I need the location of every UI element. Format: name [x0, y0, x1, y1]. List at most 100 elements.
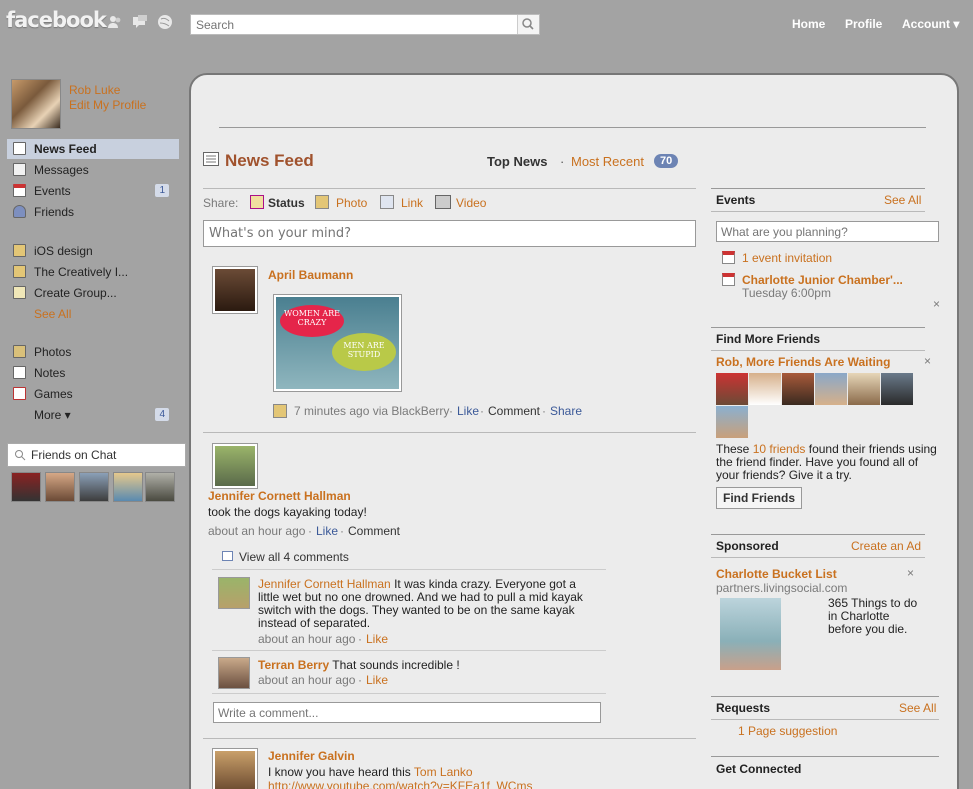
tab-top-news[interactable]: Top News: [487, 154, 547, 169]
search-input[interactable]: [191, 15, 511, 34]
facebook-logo[interactable]: facebook: [6, 8, 107, 32]
post-text: took the dogs kayaking today!: [208, 505, 367, 519]
comment-author[interactable]: Jennifer Cornett Hallman: [258, 577, 391, 591]
tab-most-recent[interactable]: Most Recent: [571, 154, 644, 169]
groups-see-all-link[interactable]: See All: [34, 307, 71, 321]
avatar[interactable]: [218, 657, 250, 689]
post-author[interactable]: April Baumann: [268, 268, 353, 282]
avatar[interactable]: [218, 577, 250, 609]
sidebar-item-news-feed[interactable]: News Feed: [7, 139, 179, 159]
share-link[interactable]: Share: [550, 404, 582, 418]
event-create-input[interactable]: [716, 221, 939, 242]
comment-like-link[interactable]: Like: [366, 673, 388, 687]
divider: [711, 696, 939, 697]
close-icon[interactable]: ×: [907, 566, 914, 580]
mention-link[interactable]: Tom Lanko: [414, 765, 473, 779]
comment-text: That sounds incredible !: [332, 658, 460, 672]
avatar[interactable]: [212, 748, 258, 789]
chat-label: Friends on Chat: [31, 448, 117, 462]
divider: [711, 719, 939, 720]
sidebar-app-notes[interactable]: Notes: [7, 363, 179, 383]
like-link[interactable]: Like: [457, 404, 479, 418]
view-all-comments-link[interactable]: View all 4 comments: [239, 550, 349, 564]
friend-suggestion-avatar[interactable]: [881, 373, 913, 405]
friend-suggestion-avatar[interactable]: [815, 373, 847, 405]
photo-icon: [273, 404, 287, 418]
post-author[interactable]: Jennifer Cornett Hallman: [208, 489, 351, 503]
sidebar-item-label: Notes: [34, 366, 66, 380]
sidebar-more[interactable]: More ▾ 4: [7, 405, 179, 425]
comment-like-link[interactable]: Like: [366, 632, 388, 646]
news-feed-icon: [203, 152, 219, 166]
sidebar-item-label: Messages: [34, 163, 89, 177]
comment-meta: about an hour ago: [258, 673, 356, 687]
friends-count-link[interactable]: 10 friends: [753, 442, 806, 456]
sidebar-item-messages[interactable]: Messages: [7, 160, 179, 180]
divider: [711, 211, 925, 212]
share-link-tab[interactable]: Link: [401, 196, 423, 210]
ad-image[interactable]: [720, 598, 781, 670]
event-invitation-link[interactable]: 1 event invitation: [742, 251, 832, 265]
messages-icon[interactable]: [131, 13, 149, 31]
friend-suggestion-avatar[interactable]: [782, 373, 814, 405]
post-photo[interactable]: WOMEN ARE CRAZY MEN ARE STUPID: [273, 294, 402, 392]
requests-see-all-link[interactable]: See All: [899, 701, 936, 715]
search-button[interactable]: [517, 15, 539, 34]
friend-suggestion-avatar[interactable]: [716, 373, 748, 405]
chat-search-box[interactable]: Friends on Chat: [7, 443, 186, 467]
sidebar-create-group[interactable]: Create Group...: [7, 283, 179, 303]
notifications-icon[interactable]: [156, 13, 174, 31]
share-video-tab[interactable]: Video: [456, 196, 486, 210]
nav-profile-link[interactable]: Profile: [845, 17, 882, 31]
divider: [212, 693, 606, 694]
avatar[interactable]: [212, 266, 258, 314]
page-suggestion-link[interactable]: 1 Page suggestion: [738, 724, 837, 738]
close-icon[interactable]: ×: [933, 297, 940, 311]
friend-suggestion-avatar[interactable]: [848, 373, 880, 405]
photos-icon: [13, 345, 26, 358]
friend-requests-icon[interactable]: [106, 13, 124, 31]
find-friends-button[interactable]: Find Friends: [716, 487, 802, 509]
share-photo-tab[interactable]: Photo: [336, 196, 367, 210]
nav-home-link[interactable]: Home: [792, 17, 825, 31]
edit-profile-link[interactable]: Edit My Profile: [69, 98, 146, 112]
events-see-all-link[interactable]: See All: [884, 193, 921, 207]
friend-suggestion-avatar[interactable]: [716, 406, 748, 438]
comment-author[interactable]: Terran Berry: [258, 658, 329, 672]
comment-link[interactable]: Comment: [348, 524, 400, 538]
chat-friend-avatar[interactable]: [79, 472, 109, 502]
chat-friend-avatar[interactable]: [45, 472, 75, 502]
games-icon: [13, 387, 26, 400]
comment-link[interactable]: Comment: [488, 404, 540, 418]
divider: [203, 738, 696, 739]
share-label: Share:: [203, 196, 239, 210]
share-status-tab[interactable]: Status: [268, 196, 305, 210]
sidebar-item-friends[interactable]: Friends: [7, 202, 179, 222]
chat-friend-avatar[interactable]: [145, 472, 175, 502]
divider: [203, 188, 696, 189]
create-ad-link[interactable]: Create an Ad: [851, 539, 921, 553]
status-input[interactable]: [203, 220, 696, 247]
avatar[interactable]: [212, 443, 258, 489]
find-friends-text: These 10 friends found their friends usi…: [716, 443, 938, 482]
youtube-link[interactable]: http://www.youtube.com/watch?v=KFEa1f_WC…: [268, 779, 532, 789]
post-author[interactable]: Jennifer Galvin: [268, 749, 355, 763]
profile-name-link[interactable]: Rob Luke: [69, 83, 120, 97]
chat-friend-avatar[interactable]: [113, 472, 143, 502]
event-name-link[interactable]: Charlotte Junior Chamber'...: [742, 273, 903, 287]
sidebar-app-photos[interactable]: Photos: [7, 342, 179, 362]
profile-avatar[interactable]: [11, 79, 61, 129]
more-count-badge: 4: [155, 408, 169, 421]
sidebar-app-games[interactable]: Games: [7, 384, 179, 404]
sidebar-group-creatively[interactable]: The Creatively I...: [7, 262, 179, 282]
friend-suggestion-avatar[interactable]: [749, 373, 781, 405]
like-link[interactable]: Like: [316, 524, 338, 538]
sidebar-group-ios-design[interactable]: iOS design: [7, 241, 179, 261]
comment-input[interactable]: [213, 702, 601, 723]
sidebar-item-events[interactable]: Events 1: [7, 181, 179, 201]
nav-account-menu[interactable]: Account ▾: [902, 17, 959, 31]
chat-friend-avatar[interactable]: [11, 472, 41, 502]
friends-waiting-link[interactable]: Rob, More Friends Are Waiting: [716, 355, 890, 369]
close-icon[interactable]: ×: [924, 354, 931, 368]
ad-title-link[interactable]: Charlotte Bucket List: [716, 567, 837, 581]
